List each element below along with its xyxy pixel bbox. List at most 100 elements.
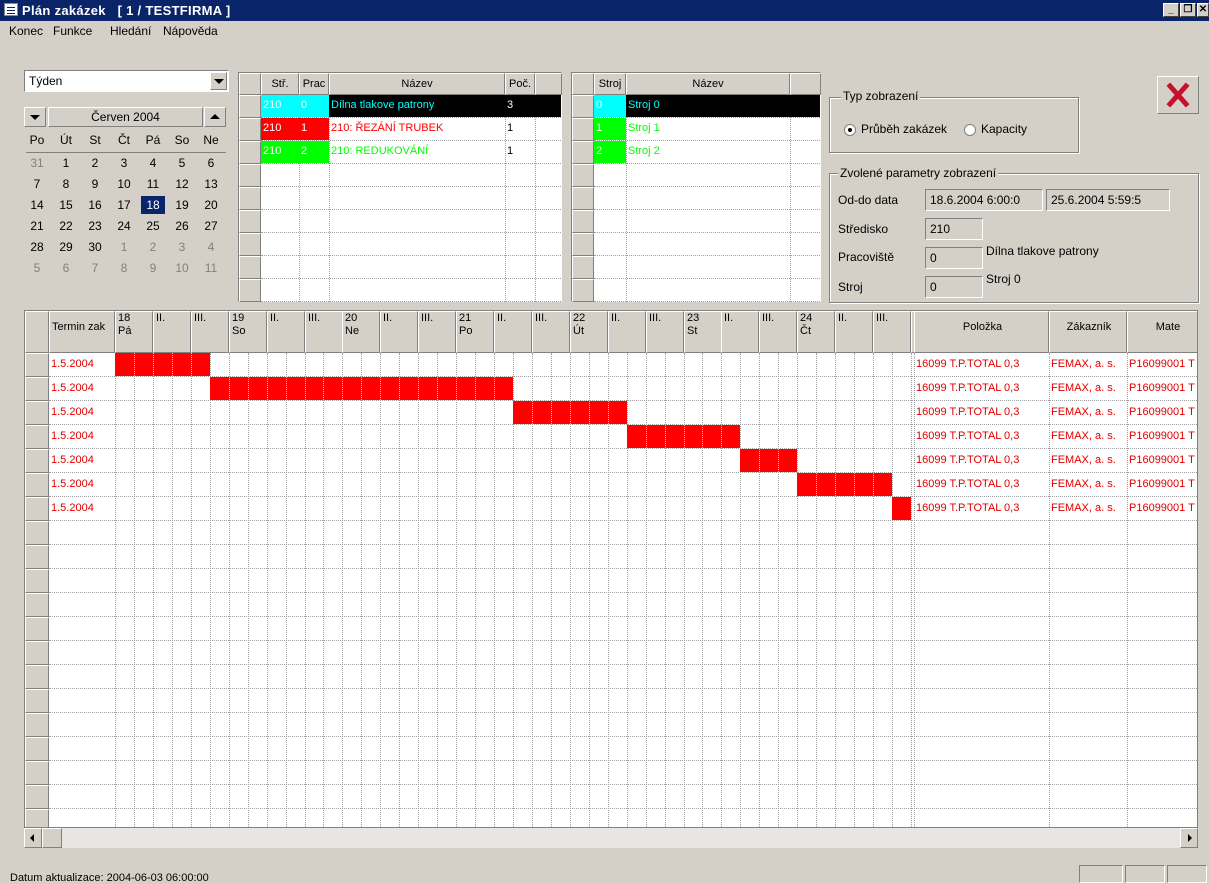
view-select-dropdown-button[interactable] [210, 72, 227, 90]
day-header[interactable]: 24 Čt [797, 311, 835, 353]
calendar-day[interactable]: 8 [112, 259, 136, 277]
row-indicator[interactable] [25, 713, 49, 737]
row-indicator[interactable] [25, 641, 49, 665]
cell-termin[interactable]: 1.5.2004 [51, 353, 113, 376]
cell-termin[interactable]: 1.5.2004 [51, 401, 113, 424]
menu-napoveda[interactable]: Nápověda [163, 24, 218, 38]
prev-month-button[interactable] [24, 107, 46, 127]
pracoviste-field[interactable]: 0 [925, 247, 983, 269]
calendar-day[interactable]: 7 [25, 175, 49, 193]
radio-prubeh-label[interactable]: Průběh zakázek [861, 122, 947, 136]
cell-zakaznik[interactable]: FEMAX, a. s. [1051, 401, 1125, 424]
day-header[interactable]: 19 So [229, 311, 267, 353]
cell-nazev[interactable]: Stroj 0 [626, 95, 790, 117]
row-indicator[interactable] [239, 141, 261, 164]
cell-poc[interactable]: 3 [505, 95, 535, 117]
cell-termin[interactable]: 1.5.2004 [51, 473, 113, 496]
col-prac[interactable]: Prac [299, 73, 329, 95]
calendar-day[interactable]: 2 [141, 238, 165, 256]
row-indicator[interactable] [572, 187, 594, 210]
cell-poc[interactable]: 1 [505, 141, 535, 163]
row-indicator[interactable] [239, 233, 261, 256]
row-indicator[interactable] [25, 617, 49, 641]
cell-polozka[interactable]: 16099 T.P.TOTAL 0,3 [916, 401, 1047, 424]
calendar-day[interactable]: 31 [25, 154, 49, 172]
calendar-day[interactable]: 6 [54, 259, 78, 277]
row-indicator[interactable] [25, 425, 49, 449]
row-indicator[interactable] [572, 118, 594, 141]
cell-zakaznik[interactable]: FEMAX, a. s. [1051, 377, 1125, 400]
row-indicator[interactable] [239, 210, 261, 233]
cell-nazev[interactable]: Stroj 2 [626, 141, 790, 163]
calendar-day[interactable]: 5 [25, 259, 49, 277]
gantt-bar[interactable] [892, 497, 911, 520]
col-str[interactable]: Stř. [261, 73, 299, 95]
row-indicator[interactable] [239, 256, 261, 279]
row-indicator[interactable] [25, 545, 49, 569]
calendar-day[interactable]: 11 [199, 259, 223, 277]
calendar-day[interactable]: 19 [170, 196, 194, 214]
view-select[interactable]: Týden [24, 70, 229, 92]
cell-polozka[interactable]: 16099 T.P.TOTAL 0,3 [916, 449, 1047, 472]
minimize-button[interactable]: _ [1163, 3, 1179, 17]
calendar-day[interactable]: 12 [170, 175, 194, 193]
menu-konec[interactable]: Konec [9, 24, 43, 38]
calendar-day[interactable]: 18 [141, 196, 165, 214]
calendar-day[interactable]: 5 [170, 154, 194, 172]
cell-zakaznik[interactable]: FEMAX, a. s. [1051, 497, 1125, 520]
row-indicator[interactable] [25, 377, 49, 401]
gantt-bar[interactable] [797, 473, 892, 496]
cell-material[interactable]: P16099001 T [1129, 353, 1197, 376]
cell-prac[interactable]: 0 [299, 95, 329, 117]
calendar-day[interactable]: 29 [54, 238, 78, 256]
calendar-day[interactable]: 13 [199, 175, 223, 193]
row-indicator[interactable] [572, 210, 594, 233]
radio-kapacity-label[interactable]: Kapacity [981, 122, 1027, 136]
col-material[interactable]: Mate [1127, 311, 1197, 353]
cell-polozka[interactable]: 16099 T.P.TOTAL 0,3 [916, 497, 1047, 520]
cell-termin[interactable]: 1.5.2004 [51, 425, 113, 448]
calendar-day[interactable]: 4 [141, 154, 165, 172]
calendar-day[interactable]: 23 [83, 217, 107, 235]
row-indicator[interactable] [239, 118, 261, 141]
col-termin[interactable]: Termin zak [49, 311, 115, 353]
row-indicator[interactable] [25, 449, 49, 473]
calendar-day[interactable]: 10 [170, 259, 194, 277]
row-indicator[interactable] [239, 164, 261, 187]
cell-polozka[interactable]: 16099 T.P.TOTAL 0,3 [916, 377, 1047, 400]
row-indicator[interactable] [25, 473, 49, 497]
cell-material[interactable]: P16099001 T [1129, 377, 1197, 400]
cell-material[interactable]: P16099001 T [1129, 401, 1197, 424]
cell-poc[interactable]: 1 [505, 118, 535, 140]
calendar-day[interactable]: 27 [199, 217, 223, 235]
row-indicator[interactable] [25, 665, 49, 689]
cell-stroj[interactable]: 0 [594, 95, 626, 117]
cell-material[interactable]: P16099001 T [1129, 425, 1197, 448]
day-header[interactable]: 18 Pá [115, 311, 153, 353]
row-indicator[interactable] [25, 593, 49, 617]
day-header[interactable]: 20 Ne [342, 311, 380, 353]
close-window-button[interactable]: ✕ [1197, 3, 1209, 17]
radio-kapacity[interactable] [964, 124, 976, 136]
cell-polozka[interactable]: 16099 T.P.TOTAL 0,3 [916, 425, 1047, 448]
calendar-day[interactable]: 6 [199, 154, 223, 172]
cell-material[interactable]: P16099001 T [1129, 449, 1197, 472]
row-indicator[interactable] [572, 141, 594, 164]
date-to-field[interactable]: 25.6.2004 5:59:5 [1046, 189, 1170, 211]
calendar-day[interactable]: 17 [112, 196, 136, 214]
cell-stroj[interactable]: 2 [594, 141, 626, 163]
cell-zakaznik[interactable]: FEMAX, a. s. [1051, 473, 1125, 496]
calendar-day[interactable]: 22 [54, 217, 78, 235]
cell-str[interactable]: 210 [261, 118, 299, 140]
day-header[interactable]: 23 St [684, 311, 722, 353]
row-indicator[interactable] [572, 95, 594, 118]
calendar-day[interactable]: 25 [141, 217, 165, 235]
day-header[interactable]: 21 Po [456, 311, 494, 353]
calendar-day[interactable]: 7 [83, 259, 107, 277]
cell-termin[interactable]: 1.5.2004 [51, 497, 113, 520]
calendar-day[interactable]: 11 [141, 175, 165, 193]
calendar-day[interactable]: 2 [83, 154, 107, 172]
col-nazev[interactable]: Název [329, 73, 505, 95]
calendar-day[interactable]: 10 [112, 175, 136, 193]
calendar-day[interactable]: 8 [54, 175, 78, 193]
